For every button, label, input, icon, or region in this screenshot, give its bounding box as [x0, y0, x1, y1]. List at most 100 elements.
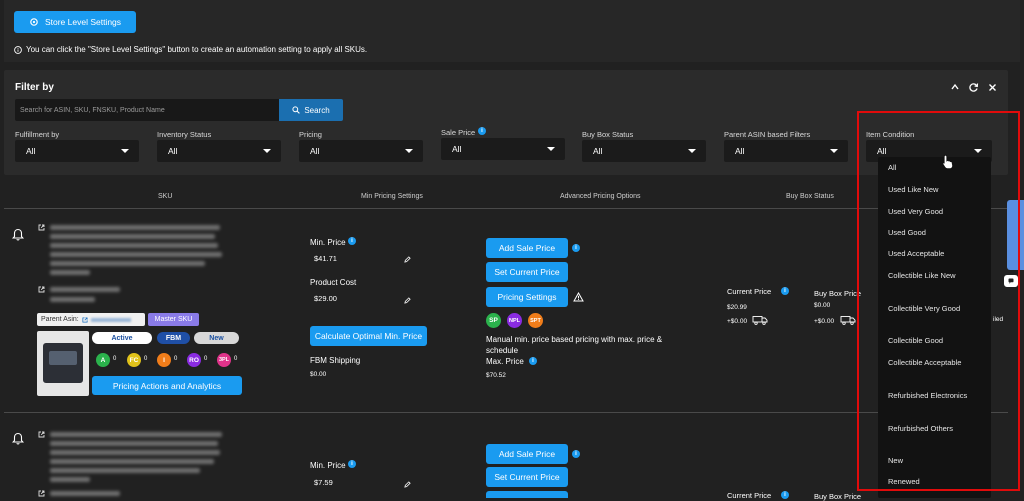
- sale-price-info-icon[interactable]: i: [572, 450, 580, 458]
- product-title-blurred: [50, 234, 215, 239]
- item-condition-option[interactable]: Used Very Good: [888, 206, 984, 217]
- item-condition-option[interactable]: All: [888, 162, 984, 173]
- set-current-price-button[interactable]: Set Current Price: [486, 262, 568, 282]
- bell-icon[interactable]: [12, 228, 24, 241]
- master-sku-badge[interactable]: Master SKU: [148, 313, 199, 326]
- inventory-status-select[interactable]: All: [157, 140, 281, 162]
- pencil-icon[interactable]: [404, 481, 411, 488]
- pricing-actions-button[interactable]: Pricing Actions and Analytics: [92, 376, 242, 395]
- side-tab[interactable]: [1007, 200, 1024, 270]
- search-placeholder: Search for ASIN, SKU, FNSKU, Product Nam…: [20, 106, 165, 114]
- parent-asin-select[interactable]: All: [724, 140, 848, 162]
- truck-icon: [752, 316, 768, 325]
- chat-widget[interactable]: [1004, 275, 1018, 287]
- current-price-label: Current Price: [727, 491, 772, 500]
- close-icon[interactable]: [988, 83, 997, 92]
- product-cost-label: Product Cost: [310, 278, 357, 287]
- pencil-icon[interactable]: [404, 297, 411, 304]
- badge-i: I: [157, 353, 171, 367]
- product-title-blurred: [50, 270, 90, 275]
- parent-asin-label: Parent Asin:: [41, 316, 79, 323]
- item-condition-option[interactable]: Collectible Like New: [888, 270, 984, 281]
- fulfillment-select[interactable]: All: [15, 140, 139, 162]
- asin-blurred: [50, 491, 120, 496]
- product-title-blurred: [50, 459, 214, 464]
- badge-ro-count: 0: [204, 356, 208, 362]
- status-new-pill: New: [194, 332, 239, 344]
- sale-price-info-icon[interactable]: i: [572, 244, 580, 252]
- item-condition-option[interactable]: Refurbished Electronics: [888, 390, 984, 401]
- item-condition-option[interactable]: Collectible Acceptable: [888, 357, 984, 368]
- max-price-info-icon[interactable]: i: [529, 357, 537, 365]
- min-price-info-icon[interactable]: i: [348, 460, 356, 468]
- product-title-blurred: [50, 261, 205, 266]
- filter-label-sale-price: Sale Price: [441, 128, 475, 137]
- column-header-sku: SKU: [158, 193, 173, 200]
- pricing-select[interactable]: All: [299, 140, 423, 162]
- chevron-down-icon: [547, 147, 555, 151]
- min-price-label: Min. Price: [310, 238, 346, 247]
- product-title-blurred: [50, 432, 222, 437]
- badge-a-count: 0: [113, 356, 117, 362]
- item-condition-option[interactable]: Refurbished Others: [888, 423, 984, 434]
- search-button-label: Search: [304, 105, 330, 115]
- inventory-status-select-value: All: [168, 146, 178, 156]
- search-button[interactable]: Search: [279, 99, 343, 121]
- filter-label-parent-asin: Parent ASIN based Filters: [724, 130, 811, 139]
- min-price-info-icon[interactable]: i: [348, 237, 356, 245]
- product-title-blurred: [50, 243, 218, 248]
- pencil-icon[interactable]: [404, 256, 411, 263]
- pricing-strategy-text: Manual min. price based pricing with max…: [486, 335, 663, 355]
- add-sale-price-button[interactable]: Add Sale Price: [486, 238, 568, 258]
- pricing-settings-button[interactable]: [486, 491, 568, 498]
- buy-box-status-select[interactable]: All: [582, 140, 706, 162]
- buy-box-status-select-value: All: [593, 146, 603, 156]
- item-condition-option[interactable]: Collectible Very Good: [888, 303, 984, 314]
- refresh-icon[interactable]: [968, 82, 979, 93]
- min-price-value: $7.59: [314, 478, 333, 487]
- set-current-price-button[interactable]: Set Current Price: [486, 467, 568, 487]
- add-sale-price-button[interactable]: Add Sale Price: [486, 444, 568, 464]
- bell-icon[interactable]: [12, 432, 24, 445]
- warning-icon[interactable]: [573, 292, 584, 302]
- filter-label-fulfillment: Fulfillment by: [15, 130, 60, 139]
- badge-fc: FC: [127, 353, 141, 367]
- item-condition-option[interactable]: New: [888, 455, 984, 466]
- external-link-icon[interactable]: [38, 490, 45, 497]
- row-divider: [4, 208, 1008, 209]
- chevron-down-icon: [405, 149, 413, 153]
- hand-cursor-icon: [942, 154, 954, 169]
- filter-label-pricing: Pricing: [299, 130, 322, 139]
- current-shipping-value: +$0.00: [727, 318, 748, 325]
- item-condition-option[interactable]: Used Good: [888, 227, 984, 238]
- store-level-settings-button[interactable]: Store Level Settings: [14, 11, 136, 33]
- calculate-optimal-min-price-button[interactable]: Calculate Optimal Min. Price: [310, 326, 427, 346]
- item-condition-option[interactable]: Collectible Good: [888, 335, 984, 346]
- buy-box-shipping-value: +$0.00: [814, 318, 835, 325]
- chevron-up-icon[interactable]: [950, 82, 960, 92]
- asin-blurred: [50, 287, 120, 292]
- truck-icon: [840, 316, 856, 325]
- external-link-icon[interactable]: [38, 224, 45, 231]
- buy-box-price-label: Buy Box Price: [814, 492, 862, 501]
- external-link-icon[interactable]: [38, 431, 45, 438]
- parent-asin-badge[interactable]: Parent Asin:: [37, 313, 145, 326]
- badge-spt: SPT: [528, 313, 543, 328]
- item-condition-option[interactable]: Renewed: [888, 476, 984, 487]
- sale-price-info-icon[interactable]: i: [478, 127, 486, 135]
- current-price-info-icon[interactable]: i: [781, 287, 789, 295]
- badge-a: A: [96, 353, 110, 367]
- info-notice-text: You can click the "Store Level Settings"…: [26, 45, 368, 54]
- sale-price-select[interactable]: All: [441, 138, 565, 160]
- buy-box-price-value: $0.00: [814, 302, 831, 309]
- item-condition-option[interactable]: Used Like New: [888, 184, 984, 195]
- pricing-settings-button[interactable]: Pricing Settings: [486, 287, 568, 307]
- filter-label-sale-price-text: Sale Price: [441, 128, 476, 137]
- product-title-blurred: [50, 468, 200, 473]
- external-link-icon[interactable]: [38, 286, 45, 293]
- parent-asin-select-value: All: [735, 146, 745, 156]
- column-header-advanced-pricing: Advanced Pricing Options: [560, 193, 641, 200]
- product-image[interactable]: [37, 331, 89, 396]
- search-input[interactable]: Search for ASIN, SKU, FNSKU, Product Nam…: [15, 99, 279, 121]
- item-condition-option[interactable]: Used Acceptable: [888, 248, 984, 259]
